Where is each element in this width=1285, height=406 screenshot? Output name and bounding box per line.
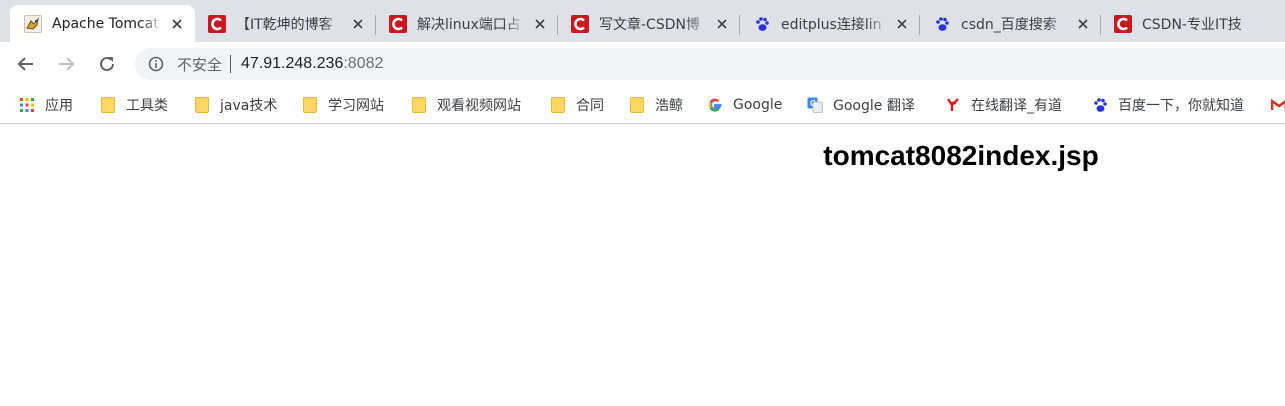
address-bar[interactable]: 不安全 47.91.248.236:8082	[135, 48, 1285, 80]
forward-arrow-icon	[59, 57, 75, 71]
google-translate-icon: G	[807, 97, 823, 113]
url-port[interactable]: :8082	[343, 55, 383, 73]
tab-strip: Apache Tomcat 【IT乾坤的博客 解决linux端口占 写文章-CS…	[0, 0, 1285, 42]
tab-write-article[interactable]: 写文章-CSDN博	[557, 5, 740, 42]
tab-linux-port[interactable]: 解决linux端口占	[375, 5, 558, 42]
tab-title: 解决linux端口占	[417, 16, 521, 33]
csdn-logo-icon	[1114, 14, 1132, 33]
bookmark-google-translate[interactable]: G Google 翻译	[807, 94, 915, 116]
bookmark-label: Google	[733, 97, 783, 113]
folder-icon	[411, 97, 427, 113]
bookmark-label: 观看视频网站	[437, 98, 521, 114]
close-icon[interactable]	[530, 14, 550, 34]
bookmarks-bar: 应用 工具类 java技术 学习网站 观看视频网站 合同 浩鲸 Google G…	[0, 86, 1285, 124]
bookmark-baidu[interactable]: 百度一下，你就知道	[1092, 94, 1244, 116]
bookmark-label: 应用	[45, 98, 73, 114]
bookmark-overflow-partial[interactable]	[1271, 94, 1285, 116]
folder-icon	[629, 97, 645, 113]
back-arrow-icon	[17, 57, 33, 71]
tab-title: 【IT乾坤的博客	[236, 16, 333, 33]
gmail-icon	[1271, 97, 1285, 113]
apps-grid-icon	[19, 97, 35, 113]
bookmark-youdao[interactable]: 在线翻译_有道	[945, 94, 1062, 116]
bookmark-label: 在线翻译_有道	[971, 98, 1062, 114]
folder-icon	[302, 97, 318, 113]
tab-title: Apache Tomcat	[52, 15, 159, 32]
bookmark-label: 工具类	[126, 98, 168, 114]
reload-button[interactable]	[93, 50, 121, 78]
tab-title: 写文章-CSDN博	[599, 16, 700, 33]
security-label[interactable]: 不安全	[177, 54, 222, 75]
folder-icon	[550, 97, 566, 113]
csdn-logo-icon	[389, 14, 407, 33]
folder-icon	[194, 97, 210, 113]
close-icon[interactable]	[1073, 14, 1093, 34]
tab-apache-tomcat[interactable]: Apache Tomcat	[10, 5, 195, 42]
bookmark-label: 合同	[576, 98, 604, 114]
bookmark-folder-java[interactable]: java技术	[194, 94, 277, 116]
bookmark-label: 学习网站	[328, 98, 384, 114]
page-heading: tomcat8082index.jsp	[823, 140, 1099, 171]
youdao-icon	[945, 97, 961, 113]
bookmark-label: 浩鲸	[655, 98, 683, 114]
reload-icon	[100, 56, 114, 71]
baidu-paw-icon	[1092, 97, 1108, 113]
google-g-icon	[707, 97, 723, 113]
bookmark-label: 百度一下，你就知道	[1118, 98, 1244, 114]
tab-editplus[interactable]: editplus连接lin	[739, 5, 920, 42]
omnibox-divider	[230, 55, 232, 73]
tab-baidu-search[interactable]: csdn_百度搜索	[919, 5, 1101, 42]
svg-text:G: G	[810, 99, 816, 108]
tab-title: csdn_百度搜索	[961, 16, 1057, 33]
url-host[interactable]: 47.91.248.236	[241, 55, 343, 73]
back-button[interactable]	[12, 50, 40, 78]
close-icon[interactable]	[348, 14, 368, 34]
bookmark-google[interactable]: Google	[707, 94, 782, 116]
close-icon[interactable]	[892, 14, 912, 34]
baidu-paw-icon	[933, 15, 951, 33]
csdn-logo-icon	[571, 14, 589, 33]
tab-title: editplus连接lin	[781, 16, 882, 33]
tab-title: CSDN-专业IT技	[1142, 16, 1242, 33]
tab-it-blog[interactable]: 【IT乾坤的博客	[194, 5, 376, 42]
tomcat-cat-icon	[24, 14, 42, 33]
bookmark-apps[interactable]: 应用	[19, 94, 73, 116]
info-icon[interactable]	[147, 55, 165, 73]
tab-csdn-home[interactable]: CSDN-专业IT技	[1100, 5, 1285, 42]
csdn-logo-icon	[208, 14, 226, 33]
bookmark-folder-video[interactable]: 观看视频网站	[411, 94, 521, 116]
bookmark-folder-contract[interactable]: 合同	[550, 94, 604, 116]
bookmark-folder-learning[interactable]: 学习网站	[302, 94, 384, 116]
page-content: tomcat8082index.jsp	[0, 125, 1285, 406]
folder-icon	[100, 97, 116, 113]
bookmark-folder-haojing[interactable]: 浩鲸	[629, 94, 683, 116]
bookmark-label: java技术	[220, 98, 278, 114]
bookmark-folder-tools[interactable]: 工具类	[100, 94, 168, 116]
forward-button[interactable]	[52, 50, 80, 78]
browser-toolbar: 不安全 47.91.248.236:8082	[0, 42, 1285, 86]
close-icon[interactable]	[167, 14, 187, 34]
baidu-paw-icon	[753, 15, 771, 33]
bookmark-label: Google 翻译	[833, 98, 915, 114]
close-icon[interactable]	[712, 14, 732, 34]
